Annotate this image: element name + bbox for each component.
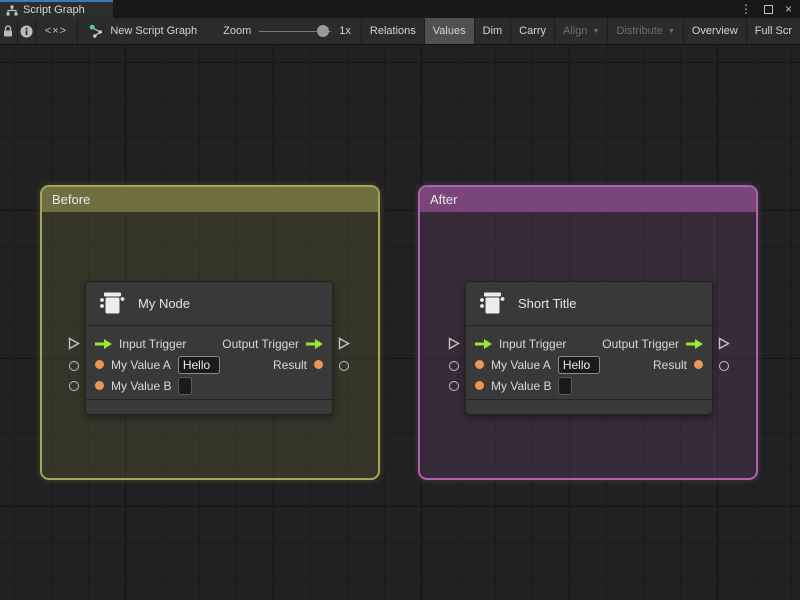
port-row: Input Trigger Output Trigger bbox=[466, 333, 712, 354]
value-output-port[interactable] bbox=[694, 360, 703, 369]
port-label: Output Trigger bbox=[602, 336, 679, 351]
zoom-slider[interactable] bbox=[259, 18, 332, 44]
external-flow-output-port[interactable] bbox=[718, 337, 730, 350]
lock-icon bbox=[4, 24, 13, 36]
flow-output-port[interactable] bbox=[306, 338, 323, 349]
unit-icon bbox=[480, 292, 505, 313]
distribute-button[interactable]: Distribute ▼ bbox=[608, 18, 682, 44]
toolbar-right-buttons: Relations Values Dim Carry Align ▼ Distr… bbox=[360, 18, 800, 44]
port-label: Input Trigger bbox=[499, 336, 567, 351]
unit-icon bbox=[100, 292, 125, 313]
value-input-field[interactable] bbox=[178, 376, 193, 395]
dim-button[interactable]: Dim bbox=[475, 18, 511, 44]
node-header[interactable]: Short Title bbox=[466, 282, 712, 326]
port-label: My Value A bbox=[111, 357, 171, 372]
new-script-graph-button[interactable]: New Script Graph bbox=[77, 18, 209, 44]
fullscreen-button[interactable]: Full Scr bbox=[747, 18, 800, 44]
zoom-control: Zoom 1x bbox=[223, 18, 361, 44]
group-after-header[interactable]: After bbox=[420, 187, 756, 212]
port-label: My Value A bbox=[491, 357, 551, 372]
flow-input-port[interactable] bbox=[95, 338, 112, 349]
group-before-header[interactable]: Before bbox=[42, 187, 378, 212]
value-input-field[interactable] bbox=[557, 355, 600, 374]
value-input-port[interactable] bbox=[475, 360, 484, 369]
port-label: My Value B bbox=[491, 378, 552, 393]
external-value-input-port[interactable] bbox=[449, 381, 459, 391]
info-icon bbox=[20, 25, 33, 37]
flow-input-port[interactable] bbox=[475, 338, 492, 349]
zoom-value: 1x bbox=[339, 25, 351, 37]
node-title: My Node bbox=[138, 296, 191, 311]
port-label: Input Trigger bbox=[119, 336, 187, 351]
chevron-down-icon: ▼ bbox=[667, 27, 675, 35]
external-value-output-port[interactable] bbox=[719, 361, 729, 371]
node-footer bbox=[86, 399, 332, 412]
value-input-port[interactable] bbox=[95, 360, 104, 369]
port-label: Result bbox=[652, 357, 687, 372]
external-value-input-port[interactable] bbox=[69, 361, 79, 371]
port-label: Output Trigger bbox=[222, 336, 299, 351]
variables-icon: <×> bbox=[44, 25, 68, 37]
port-row: My Value B bbox=[466, 375, 712, 396]
value-input-port[interactable] bbox=[95, 381, 104, 390]
zoom-slider-handle[interactable] bbox=[317, 24, 330, 37]
graph-toolbar: <×> New Script Graph Zoom 1x Relations V… bbox=[0, 18, 800, 45]
external-value-input-port[interactable] bbox=[449, 361, 459, 371]
hierarchy-icon bbox=[6, 5, 18, 15]
node-my-node[interactable]: My Node Input Trigger Output Trigger My … bbox=[85, 281, 333, 415]
tab-script-graph[interactable]: Script Graph bbox=[0, 0, 113, 18]
node-title: Short Title bbox=[518, 296, 577, 311]
node-header[interactable]: My Node bbox=[86, 282, 332, 326]
group-title: After bbox=[430, 192, 458, 207]
new-script-graph-label: New Script Graph bbox=[110, 25, 198, 37]
external-value-input-port[interactable] bbox=[69, 381, 79, 391]
port-label: My Value B bbox=[111, 378, 172, 393]
tab-label: Script Graph bbox=[23, 4, 85, 16]
external-value-output-port[interactable] bbox=[339, 361, 349, 371]
value-input-field[interactable] bbox=[177, 355, 220, 374]
group-title: Before bbox=[52, 192, 91, 207]
tab-bar: Script Graph ⋮ × bbox=[0, 0, 800, 18]
maximize-icon[interactable] bbox=[763, 4, 773, 14]
window-controls: ⋮ × bbox=[740, 0, 800, 18]
port-row: Input Trigger Output Trigger bbox=[86, 333, 332, 354]
external-flow-output-port[interactable] bbox=[338, 337, 350, 350]
align-button[interactable]: Align ▼ bbox=[555, 18, 607, 44]
port-row: My Value A Result bbox=[86, 354, 332, 375]
value-output-port[interactable] bbox=[314, 360, 323, 369]
close-icon[interactable]: × bbox=[785, 3, 792, 15]
variables-button[interactable]: <×> bbox=[35, 18, 77, 44]
zoom-label: Zoom bbox=[223, 25, 252, 37]
port-row: My Value B bbox=[86, 375, 332, 396]
port-label: Result bbox=[272, 357, 307, 372]
graph-canvas[interactable]: Before After My Node Input Trigger Outpu… bbox=[0, 45, 800, 600]
node-footer bbox=[466, 399, 712, 412]
external-flow-input-port[interactable] bbox=[448, 337, 460, 350]
value-input-field[interactable] bbox=[558, 376, 573, 395]
external-flow-input-port[interactable] bbox=[68, 337, 80, 350]
node-body: Input Trigger Output Trigger My Value A … bbox=[86, 326, 332, 396]
script-graph-window: Script Graph ⋮ × <×> New Script Graph Zo… bbox=[0, 0, 800, 600]
carry-button[interactable]: Carry bbox=[511, 18, 554, 44]
values-button[interactable]: Values bbox=[424, 18, 474, 44]
value-input-port[interactable] bbox=[475, 381, 484, 390]
relations-button[interactable]: Relations bbox=[362, 18, 424, 44]
graph-icon bbox=[90, 24, 103, 38]
lock-button[interactable] bbox=[0, 18, 17, 44]
chevron-down-icon: ▼ bbox=[592, 27, 600, 35]
node-body: Input Trigger Output Trigger My Value A … bbox=[466, 326, 712, 396]
node-short-title[interactable]: Short Title Input Trigger Output Trigger bbox=[465, 281, 713, 415]
info-button[interactable] bbox=[18, 18, 35, 44]
port-row: My Value A Result bbox=[466, 354, 712, 375]
menu-icon[interactable]: ⋮ bbox=[740, 3, 752, 15]
flow-output-port[interactable] bbox=[686, 338, 703, 349]
overview-button[interactable]: Overview bbox=[684, 18, 746, 44]
